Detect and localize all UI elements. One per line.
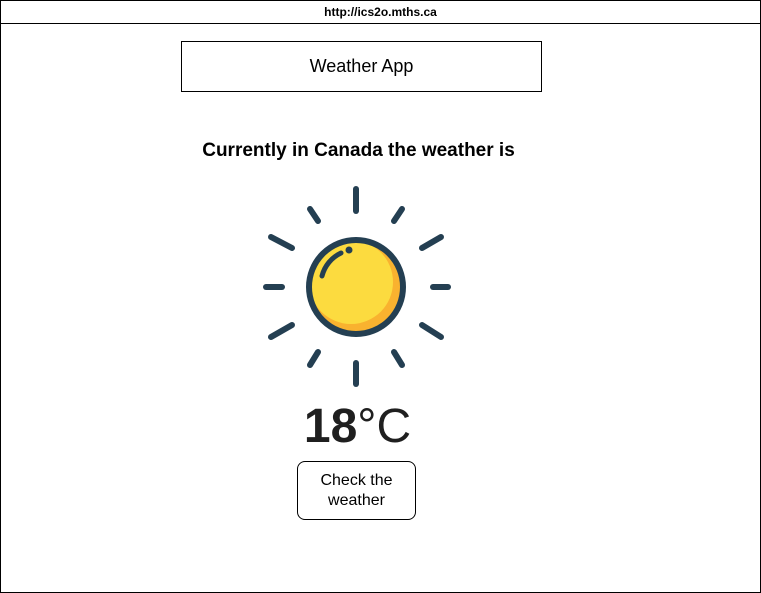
sun-ray (268, 234, 295, 251)
sun-ray (391, 206, 405, 224)
sun-ray (307, 206, 321, 224)
page-frame: http://ics2o.mths.ca Weather App Current… (0, 0, 761, 593)
sun-ray (419, 322, 444, 340)
weather-subtitle: Currently in Canada the weather is (202, 140, 515, 161)
temperature-display: 18°C (1, 397, 714, 457)
app-title-box: Weather App (181, 41, 542, 92)
sun-icon (263, 186, 451, 387)
app-title: Weather App (309, 56, 414, 76)
sun-ray (391, 349, 405, 368)
sun-ray (307, 349, 321, 368)
sun-highlight-dot (345, 246, 353, 254)
url-text: http://ics2o.mths.ca (324, 5, 437, 19)
check-weather-button[interactable]: Check the weather (297, 461, 416, 520)
sun-ray (419, 234, 444, 251)
temperature-value: 18 (303, 400, 358, 453)
sun-ray (268, 322, 295, 340)
address-bar[interactable]: http://ics2o.mths.ca (1, 1, 760, 24)
temperature-unit: °C (357, 400, 412, 453)
